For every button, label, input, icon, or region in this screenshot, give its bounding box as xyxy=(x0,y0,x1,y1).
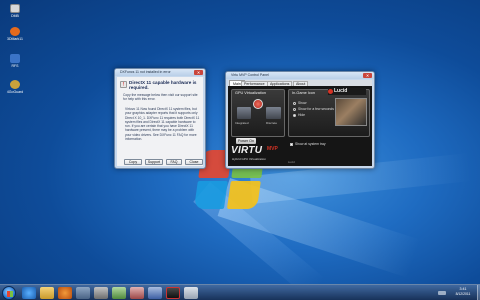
dialog-message: Virtuvo 11 Now found DirectX 11 system f… xyxy=(125,107,200,142)
tab-about[interactable]: About xyxy=(293,80,309,86)
show-system-tray-checkbox[interactable] xyxy=(290,143,293,146)
lucid-brand-text: Lucid xyxy=(334,88,348,94)
taskbar-dxfuncs-icon[interactable] xyxy=(184,287,198,299)
windows-start-icon xyxy=(7,291,13,297)
taskbar-app-icon[interactable] xyxy=(76,287,90,299)
power-on-button[interactable]: Power On xyxy=(236,138,256,144)
virtu-control-panel: Virtu MVP Control Panel ✕ Main Performan… xyxy=(225,71,375,169)
support-button[interactable]: Support xyxy=(145,159,163,165)
virtu-body: Main Performance Applications About GPU … xyxy=(228,80,372,166)
dialog-body: ! DirectX 11 capable hardware is require… xyxy=(117,77,203,166)
tab-performance[interactable]: Performance xyxy=(241,80,268,86)
discrete-gpu-icon xyxy=(266,107,281,119)
dialog-intro: Copy the message below then visit our su… xyxy=(123,93,198,102)
desktop-icon-rfs[interactable]: RFS xyxy=(3,54,27,68)
radio-show-label: Show xyxy=(298,101,307,105)
close-icon[interactable]: ✕ xyxy=(194,70,203,75)
radio-show[interactable] xyxy=(293,102,296,105)
virtu-power-icon[interactable] xyxy=(253,99,263,109)
close-icon[interactable]: ✕ xyxy=(363,73,372,78)
gpu-panel-title: GPU Virtualization xyxy=(235,91,266,95)
desktop-icon-label: 4GoGuard xyxy=(6,90,24,94)
app-icon xyxy=(10,54,20,63)
desktop-icon-3dmark11[interactable]: 3DMark11 xyxy=(3,27,27,41)
logo-subtitle: Hybrid GPU Virtualization xyxy=(232,157,266,161)
gpu-virtualization-panel: GPU Virtualization Integrated Discrete xyxy=(231,89,285,137)
close-button[interactable]: Close xyxy=(185,159,203,165)
integrated-label: Integrated xyxy=(235,121,249,125)
lucid-brand: Lucid xyxy=(328,88,366,95)
discrete-label: Discrete xyxy=(266,121,278,125)
app-icon xyxy=(10,80,20,89)
error-dialog: DXFuncs 11 not installed in error ✕ ! Di… xyxy=(114,68,206,169)
radio-show-few-seconds[interactable] xyxy=(293,108,296,111)
ingame-panel-title: In-Game Icon xyxy=(292,91,316,95)
taskbar-app-icon[interactable] xyxy=(130,287,144,299)
radio-hide-label: Hide xyxy=(298,113,305,117)
virtu-footer-brand: Lucid xyxy=(288,160,295,164)
taskbar-app-icon[interactable] xyxy=(148,287,162,299)
desktop-icon-label: DMB xyxy=(11,14,19,18)
in-game-icon-panel: In-Game Icon Show Show for a few seconds… xyxy=(288,89,370,137)
taskbar-media-icon[interactable] xyxy=(58,287,72,299)
desktop: DMB 3DMark11 RFS 4GoGuard DXFuncs 11 not… xyxy=(0,0,480,300)
tab-bar: Main Performance Applications About xyxy=(228,80,372,86)
radio-hide[interactable] xyxy=(293,114,296,117)
dialog-heading: DirectX 11 capable hardware is required. xyxy=(129,80,197,91)
taskbar-ie-icon[interactable] xyxy=(22,287,36,299)
folder-icon xyxy=(10,4,20,13)
clock[interactable]: 3:41 8/12/2011 xyxy=(450,287,476,297)
taskbar-explorer-icon[interactable] xyxy=(40,287,54,299)
taskbar-app-icon[interactable] xyxy=(112,287,126,299)
integrated-gpu-icon xyxy=(237,107,251,119)
desktop-icon-label: 3DMark11 xyxy=(7,37,23,41)
virtu-title: Virtu MVP Control Panel xyxy=(231,73,269,77)
dialog-titlebar[interactable]: DXFuncs 11 not installed in error ✕ xyxy=(115,69,205,76)
logo-suffix: MVP xyxy=(267,146,278,152)
lucid-logo-icon xyxy=(328,89,333,94)
tab-applications[interactable]: Applications xyxy=(267,80,293,86)
start-button[interactable] xyxy=(2,286,16,300)
ingame-preview-image xyxy=(335,98,367,126)
dialog-title: DXFuncs 11 not installed in error xyxy=(120,70,171,74)
taskbar-virtu-icon[interactable] xyxy=(166,287,180,299)
taskbar-app-icon[interactable] xyxy=(94,287,108,299)
app-icon xyxy=(10,27,20,36)
desktop-icon-4goguard[interactable]: 4GoGuard xyxy=(3,80,27,94)
show-system-tray-label: Show at system tray xyxy=(295,142,326,146)
taskbar: 3:41 8/12/2011 xyxy=(0,284,480,300)
desktop-icon-dmb[interactable]: DMB xyxy=(3,4,27,18)
radio-show-few-seconds-label: Show for a few seconds xyxy=(298,107,334,111)
copy-button[interactable]: Copy xyxy=(124,159,142,165)
warning-icon: ! xyxy=(120,81,127,88)
tray-icons[interactable] xyxy=(438,291,446,295)
desktop-icon-label: RFS xyxy=(11,64,19,68)
virtu-titlebar[interactable]: Virtu MVP Control Panel ✕ xyxy=(226,72,374,79)
system-tray xyxy=(438,288,448,298)
faq-button[interactable]: FAQ xyxy=(166,159,182,165)
clock-date: 8/12/2011 xyxy=(455,292,471,296)
logo-word: VIRTU xyxy=(231,145,263,156)
virtu-mvp-logo: VIRTU MVP Hybrid GPU Virtualization xyxy=(231,145,285,162)
